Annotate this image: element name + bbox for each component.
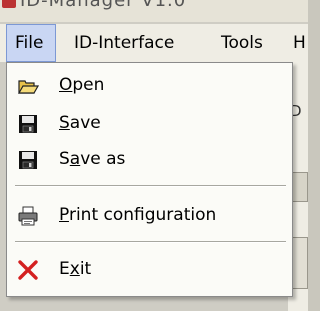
open-folder-icon (17, 80, 39, 94)
floppy-disk-icon (19, 115, 37, 133)
menu-help[interactable]: H (285, 24, 314, 62)
rest-print: rint configuration (68, 205, 217, 225)
mnemonic-print: P (59, 205, 69, 225)
rest-save: ave (69, 113, 101, 133)
mnemonic-exit: x (69, 259, 80, 279)
menu-tools[interactable]: Tools (213, 24, 271, 62)
menu-item-save[interactable]: Save (7, 107, 292, 141)
app-icon (2, 0, 16, 8)
rest-open: pen (72, 75, 105, 95)
rest-save-as: ve as (80, 149, 126, 169)
mnemonic-save: S (59, 113, 70, 133)
mnemonic-open: O (59, 75, 73, 95)
menu-item-print-configuration-label: Print configuration (59, 205, 216, 225)
menu-item-print-configuration[interactable]: Print configuration (7, 199, 292, 233)
menu-file[interactable]: File (6, 24, 56, 62)
menu-item-open[interactable]: Open (7, 69, 292, 103)
floppy-disk-icon (19, 151, 37, 169)
window-title: ID-Manager V1.0 (20, 0, 187, 11)
printer-icon (18, 206, 38, 226)
menu-item-save-as-label: Save as (59, 149, 125, 169)
menu-item-exit-label: Exit (59, 259, 91, 279)
menu-bar: File ID-Interface Tools H (0, 24, 308, 62)
file-menu-dropdown: Open Save Save as Print configuration Ex… (6, 62, 293, 297)
menu-item-save-as[interactable]: Save as (7, 143, 292, 177)
pre-exit: E (59, 259, 70, 279)
menu-separator (15, 185, 286, 187)
menu-item-save-label: Save (59, 113, 101, 133)
menu-item-exit[interactable]: Exit (7, 253, 292, 287)
menu-id-interface[interactable]: ID-Interface (66, 24, 182, 62)
mnemonic-save-as: a (69, 149, 81, 169)
rest-exit: it (79, 259, 92, 279)
menu-separator (15, 241, 286, 243)
title-bar: ID-Manager V1.0 (0, 0, 308, 22)
pre-save-as: S (59, 149, 70, 169)
exit-x-icon (18, 260, 38, 280)
menu-item-open-label: Open (59, 75, 104, 95)
